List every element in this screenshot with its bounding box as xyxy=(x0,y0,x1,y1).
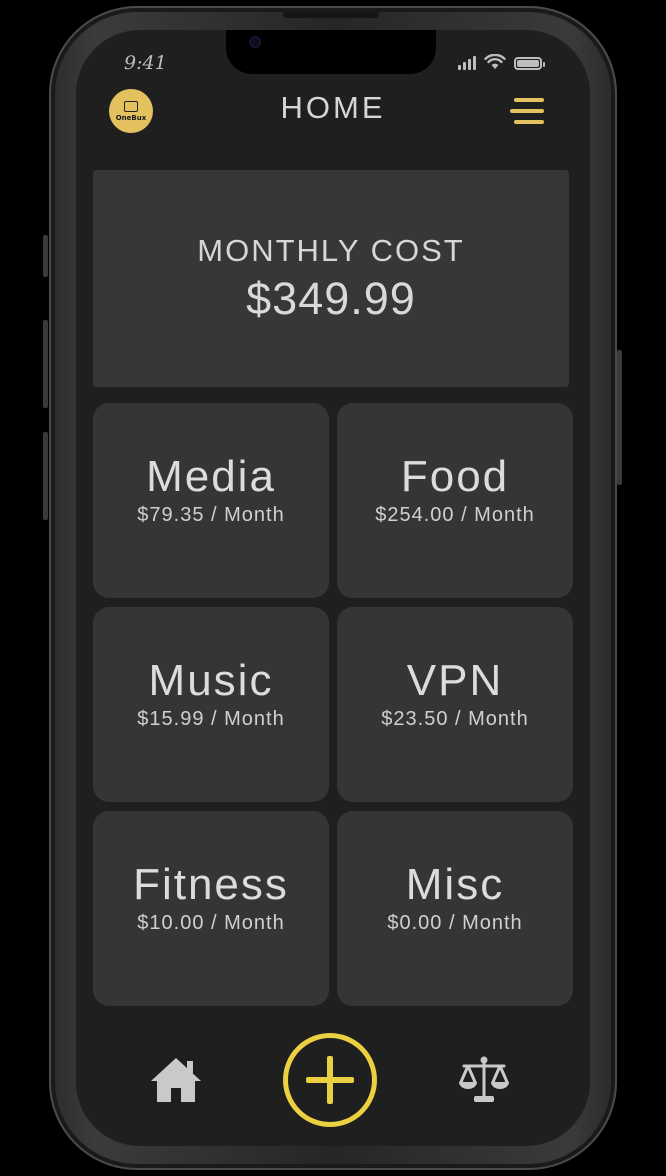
hamburger-menu-icon[interactable] xyxy=(510,98,544,126)
cellular-signal-icon xyxy=(458,56,476,70)
category-card-fitness[interactable]: Fitness $10.00 / Month xyxy=(93,811,329,1006)
balance-scale-icon[interactable] xyxy=(456,1052,512,1108)
screen: 9:41 OneBux HOME MONTHLY COST $349.99 Me… xyxy=(76,30,590,1146)
category-price: $0.00 / Month xyxy=(387,912,523,934)
status-time: 9:41 xyxy=(124,52,167,74)
category-card-media[interactable]: Media $79.35 / Month xyxy=(93,403,329,598)
battery-icon xyxy=(514,57,545,70)
category-name: Misc xyxy=(405,860,505,909)
category-price: $254.00 / Month xyxy=(375,504,535,526)
power-button xyxy=(617,350,622,485)
earpiece xyxy=(283,12,379,18)
monthly-cost-card: MONTHLY COST $349.99 xyxy=(93,170,569,387)
monthly-cost-label: MONTHLY COST xyxy=(197,232,465,268)
category-name: Food xyxy=(400,452,510,501)
camera-dot xyxy=(249,36,261,48)
category-price: $15.99 / Month xyxy=(137,708,285,730)
category-name: Music xyxy=(148,656,274,705)
volume-down-button xyxy=(43,432,48,520)
category-card-music[interactable]: Music $15.99 / Month xyxy=(93,607,329,802)
category-card-food[interactable]: Food $254.00 / Month xyxy=(337,403,573,598)
category-price: $10.00 / Month xyxy=(137,912,285,934)
wifi-icon xyxy=(484,54,506,69)
notch xyxy=(226,30,436,74)
add-subscription-button[interactable] xyxy=(283,1033,377,1127)
category-card-vpn[interactable]: VPN $23.50 / Month xyxy=(337,607,573,802)
category-price: $23.50 / Month xyxy=(381,708,529,730)
category-name: Fitness xyxy=(133,860,289,909)
category-card-misc[interactable]: Misc $0.00 / Month xyxy=(337,811,573,1006)
status-icons xyxy=(458,54,545,70)
home-icon[interactable] xyxy=(148,1055,204,1105)
volume-up-button xyxy=(43,320,48,408)
category-name: VPN xyxy=(406,656,504,705)
category-name: Media xyxy=(146,452,276,501)
monthly-cost-value: $349.99 xyxy=(246,272,416,324)
silent-switch xyxy=(43,235,48,277)
category-price: $79.35 / Month xyxy=(137,504,285,526)
